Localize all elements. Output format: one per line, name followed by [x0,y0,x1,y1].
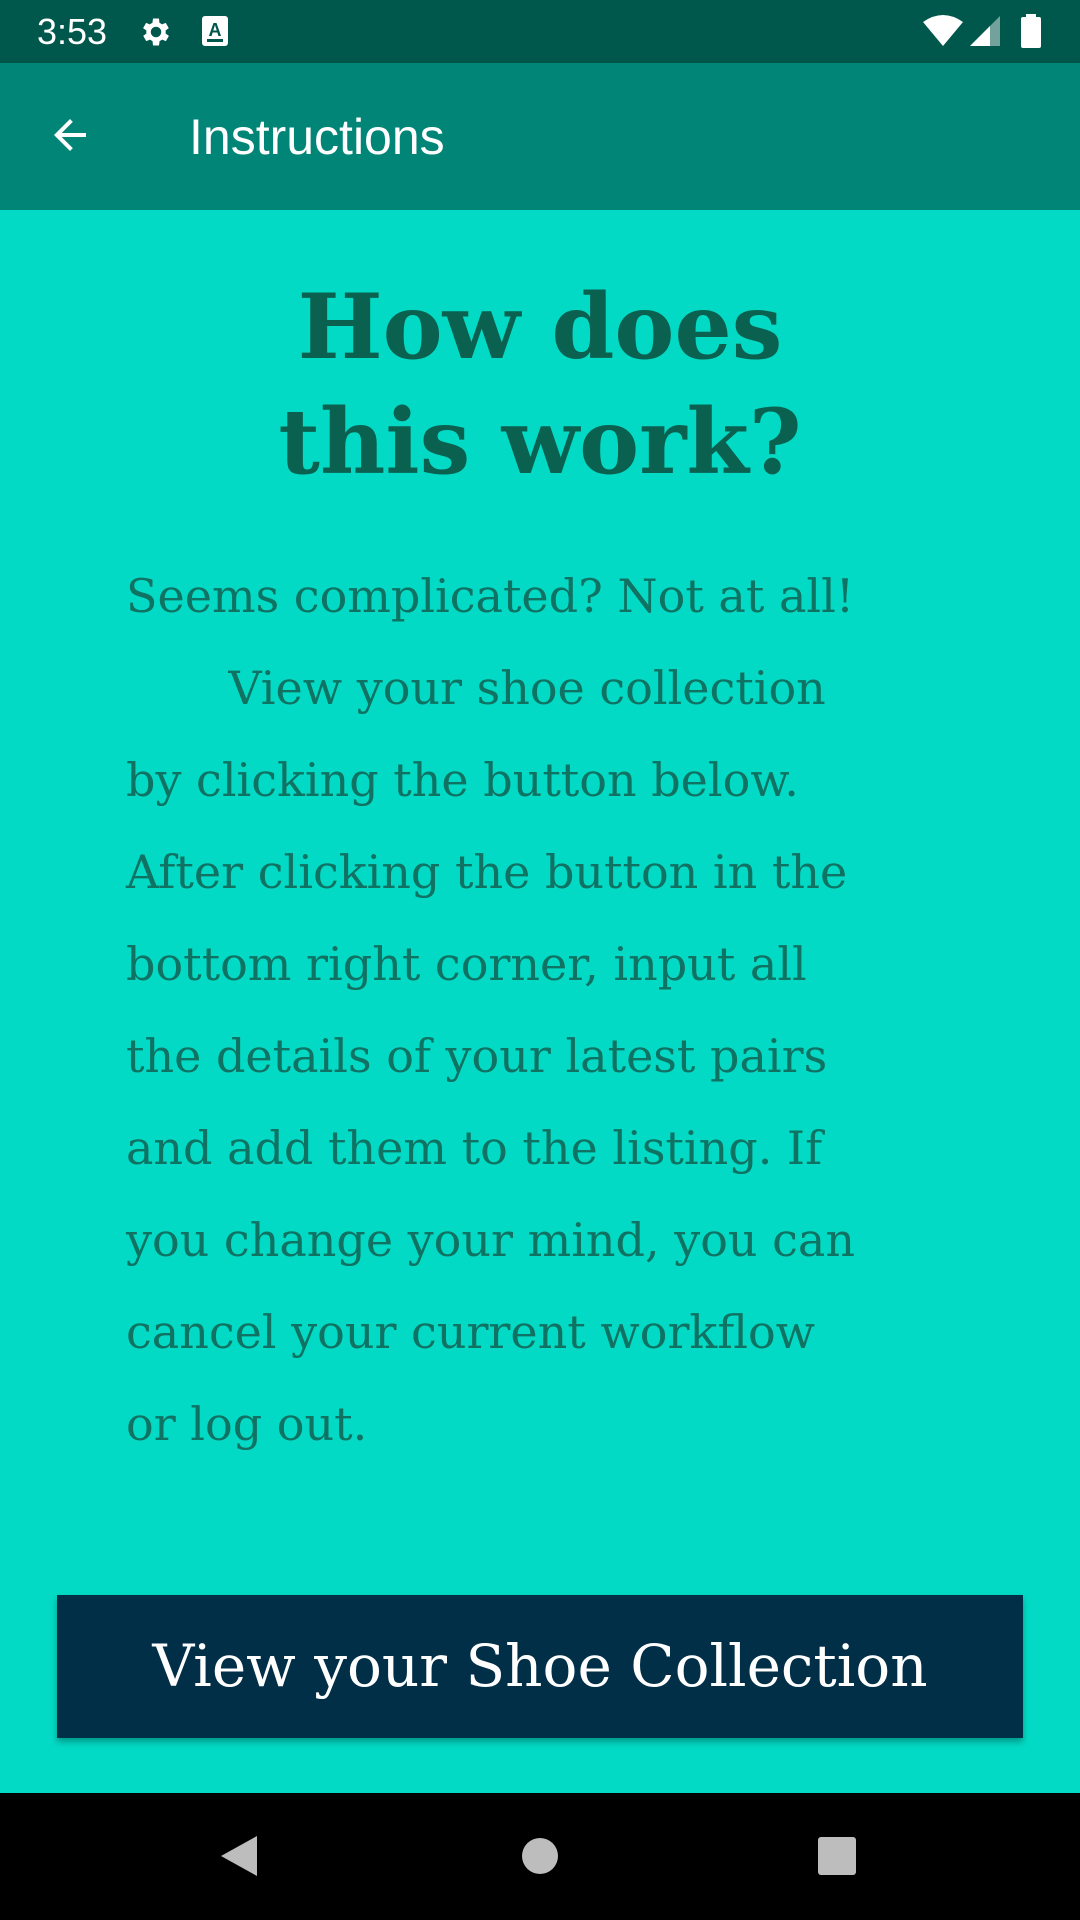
battery-icon [1020,14,1042,48]
nav-recents-button[interactable] [802,1823,872,1893]
wifi-icon [922,14,964,48]
back-button[interactable] [36,103,104,171]
svg-text:A: A [209,20,222,40]
main-content: How does this work? Seems complicated? N… [0,210,1080,1793]
keyboard-a-icon: A [201,14,229,48]
status-time: 3:53 [37,11,108,52]
nav-home-button[interactable] [505,1823,575,1893]
app-bar: Instructions [0,63,1080,210]
instructions-text: Seems complicated? Not at all! View your… [126,569,855,1451]
arrow-back-icon [46,111,94,164]
cell-signal-icon [968,14,1002,48]
nav-back-button[interactable] [204,1823,274,1893]
back-triangle-icon [217,1832,261,1885]
gear-icon [138,14,174,48]
view-shoe-collection-button[interactable]: View your Shoe Collection [57,1595,1023,1738]
page-title: Instructions [189,109,445,165]
recents-square-icon [817,1836,857,1881]
navigation-bar [0,1793,1080,1920]
status-bar: 3:53 A [0,0,1080,63]
headline: How does this work? [278,274,802,495]
home-circle-icon [520,1836,560,1881]
